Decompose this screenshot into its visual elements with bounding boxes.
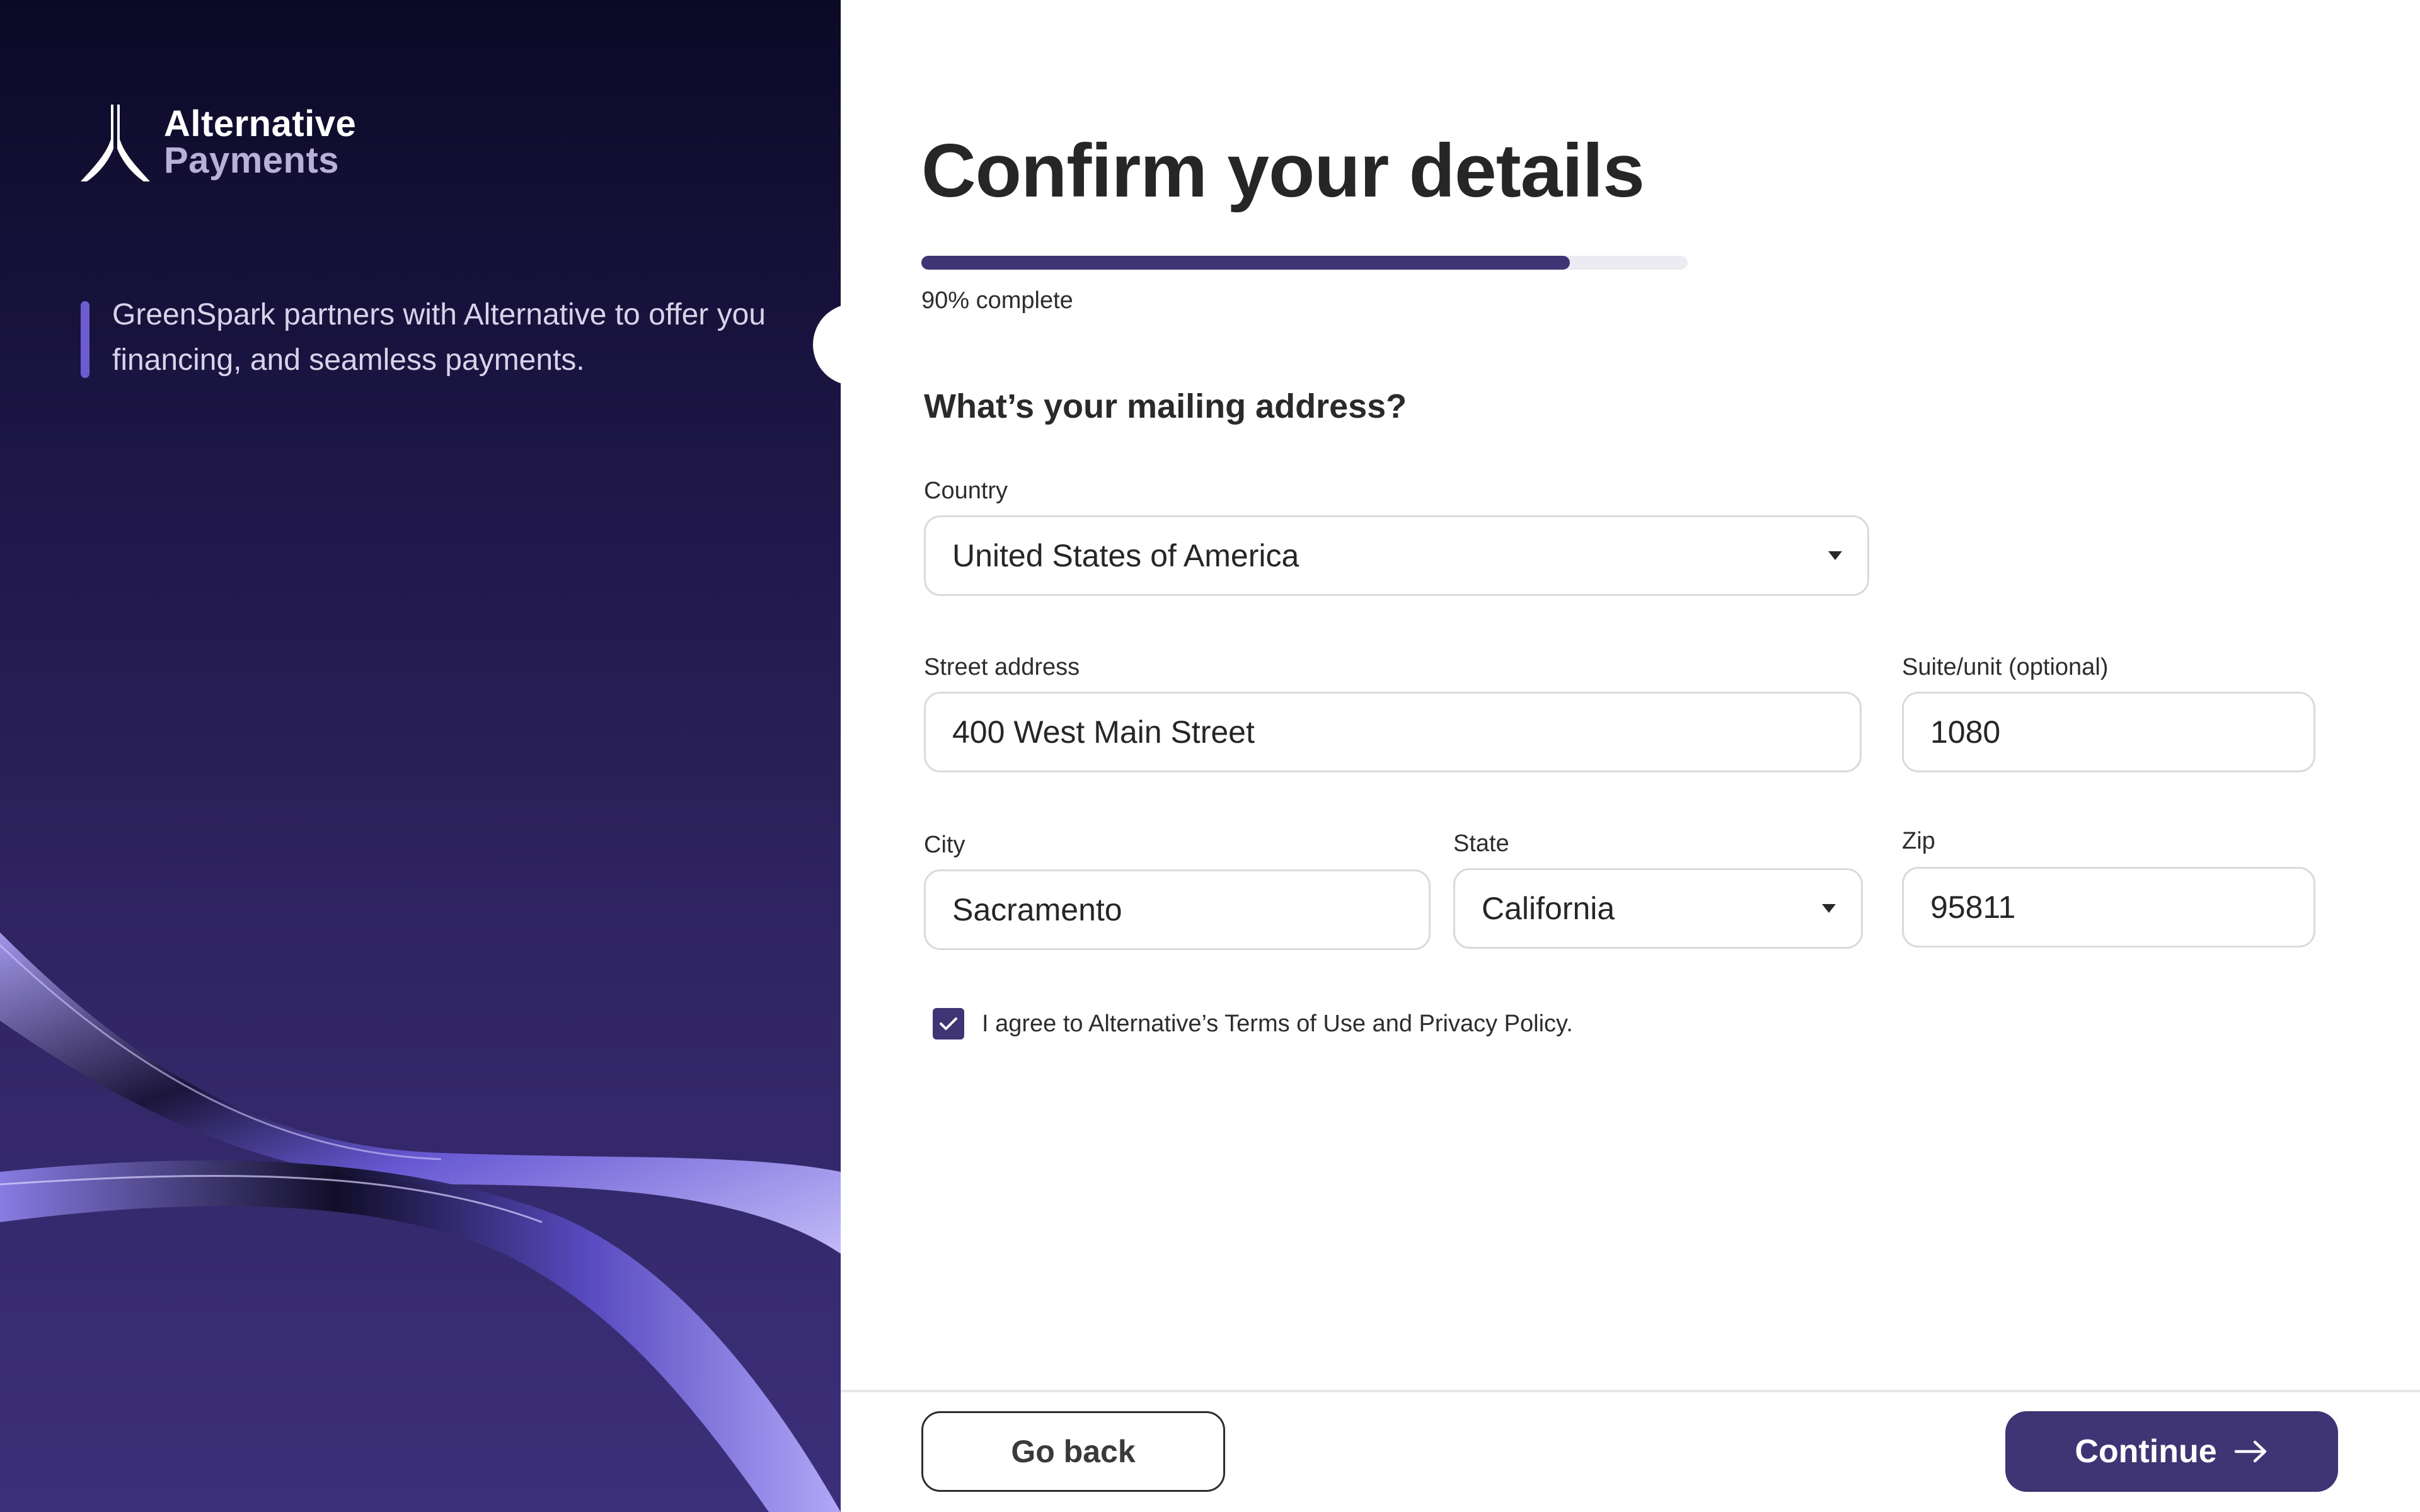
zip-label: Zip	[1902, 828, 1935, 854]
brand-wordmark: Alternative Payments	[164, 106, 356, 179]
check-icon	[940, 1017, 957, 1030]
brand-tagline: GreenSpark partners with Alternative to …	[81, 298, 805, 383]
country-value: United States of America	[952, 538, 1299, 573]
zip-input[interactable]: 95811	[1902, 867, 2315, 948]
state-value: California	[1482, 891, 1615, 926]
state-select[interactable]: California	[1453, 868, 1863, 949]
arrow-right-icon	[2234, 1440, 2266, 1463]
suite-value: 1080	[1930, 714, 2001, 750]
terms-label: I agree to Alternative’s Terms of Use an…	[982, 1010, 1573, 1037]
go-back-label: Go back	[1011, 1434, 1136, 1469]
brand-logo: Alternative Payments	[81, 105, 356, 181]
page-title: Confirm your details	[921, 129, 1645, 213]
street-label: Street address	[924, 654, 1080, 680]
decorative-ribbon-icon	[0, 932, 841, 1512]
brand-name-line1: Alternative	[164, 103, 357, 144]
progress-bar	[921, 256, 1688, 270]
street-address-value: 400 West Main Street	[952, 714, 1255, 750]
tagline-accent-bar	[81, 301, 89, 378]
city-value: Sacramento	[952, 892, 1122, 927]
city-input[interactable]: Sacramento	[924, 869, 1431, 950]
city-label: City	[924, 832, 965, 858]
suite-label: Suite/unit (optional)	[1902, 654, 2109, 680]
chevron-down-icon	[1828, 551, 1842, 560]
brand-name-line2: Payments	[164, 140, 340, 181]
zip-value: 95811	[1930, 890, 2016, 925]
suite-input[interactable]: 1080	[1902, 692, 2315, 772]
section-title: What’s your mailing address?	[924, 387, 1407, 425]
continue-label: Continue	[2075, 1433, 2217, 1470]
footer-divider	[841, 1390, 2420, 1392]
progress-bar-fill	[921, 256, 1570, 270]
alternative-logo-icon	[81, 105, 150, 181]
go-back-button[interactable]: Go back	[921, 1411, 1225, 1492]
continue-button[interactable]: Continue	[2005, 1411, 2338, 1492]
country-label: Country	[924, 478, 1008, 504]
terms-checkbox[interactable]	[933, 1008, 964, 1040]
country-select[interactable]: United States of America	[924, 515, 1869, 596]
terms-agreement: I agree to Alternative’s Terms of Use an…	[933, 1008, 1573, 1040]
progress-label: 90% complete	[921, 287, 1073, 314]
brand-panel: Alternative Payments GreenSpark partners…	[0, 0, 841, 1512]
street-address-input[interactable]: 400 West Main Street	[924, 692, 1862, 772]
state-label: State	[1453, 830, 1509, 857]
tagline-text: GreenSpark partners with Alternative to …	[112, 298, 766, 377]
chevron-down-icon	[1822, 904, 1836, 913]
